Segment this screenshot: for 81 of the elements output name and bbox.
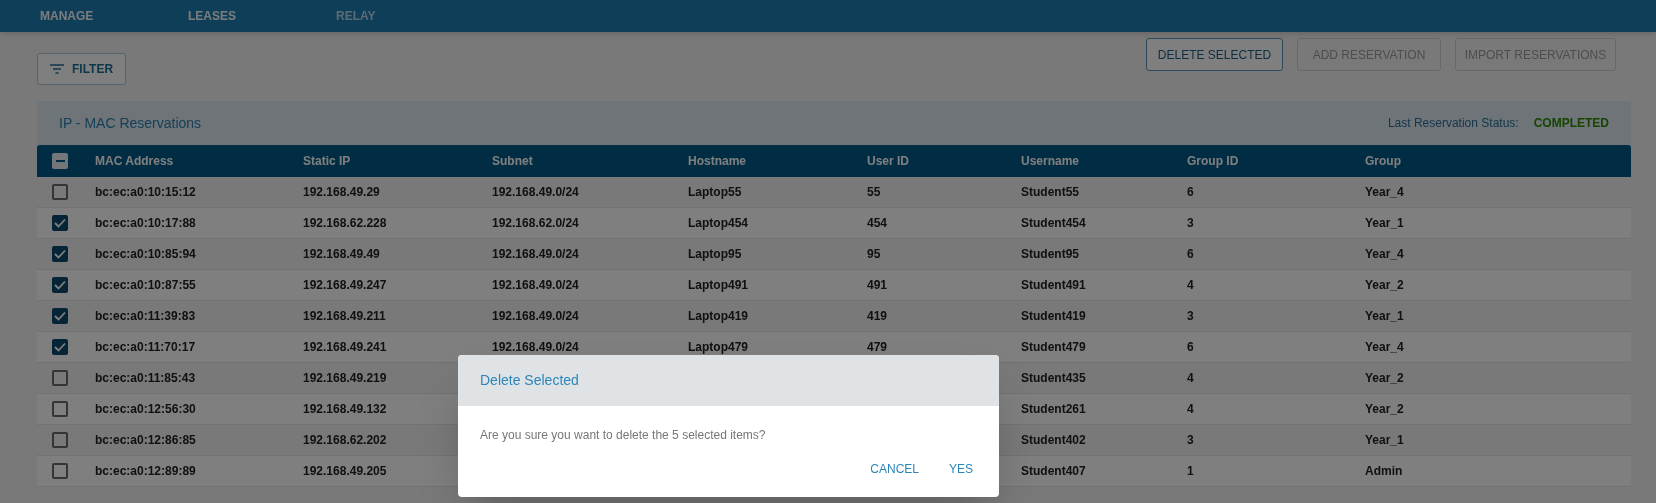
table-cell-text: bc:ec:a0:12:86:85	[95, 432, 196, 449]
table-cell-text: 3	[1187, 308, 1194, 325]
table-cell-text: 454	[867, 215, 888, 232]
table-cell-text: bc:ec:a0:11:70:17	[95, 339, 196, 356]
table-cell-text: Laptop479	[688, 339, 748, 356]
table-cell-text: Year_1	[1365, 308, 1404, 325]
table-cell-text: Student95	[1021, 246, 1079, 263]
table-cell-text: Student491	[1021, 277, 1086, 294]
table-cell-text: 192.168.49.205	[303, 463, 387, 480]
table-cell-text: Year_1	[1365, 432, 1404, 449]
table-cell-text: Laptop55	[688, 184, 742, 201]
table-cell-text: 192.168.49.0/24	[492, 246, 579, 263]
table-cell-text: 491	[867, 277, 888, 294]
table-cell-text: bc:ec:a0:10:85:94	[95, 246, 196, 263]
table-cell-text: Student261	[1021, 401, 1086, 418]
table-cell-text: Year_4	[1365, 246, 1404, 263]
table-cell-text: Student454	[1021, 215, 1086, 232]
table-cell-text: 6	[1187, 339, 1194, 356]
table-cell-text: 4	[1187, 401, 1194, 418]
table-cell-text: Student55	[1021, 184, 1079, 201]
column-header: Static IP	[303, 153, 352, 170]
table-cell-text: Student407	[1021, 463, 1086, 480]
table-cell-text: 192.168.49.0/24	[492, 184, 579, 201]
table-cell-text: bc:ec:a0:10:87:55	[95, 277, 196, 294]
table-cell-text: Laptop491	[688, 277, 748, 294]
table-cell-text: bc:ec:a0:11:39:83	[95, 308, 196, 325]
table-cell-text: Laptop419	[688, 308, 748, 325]
table-cell-text: 192.168.49.0/24	[492, 339, 579, 356]
table-cell-text: 3	[1187, 215, 1194, 232]
table-cell-text: Laptop95	[688, 246, 742, 263]
table-cell-text: 192.168.49.0/24	[492, 277, 579, 294]
table-cell-text: 4	[1187, 277, 1194, 294]
column-header: Group ID	[1187, 153, 1240, 170]
table-cell-text: 192.168.49.219	[303, 370, 387, 387]
table-cell-text: Year_2	[1365, 277, 1404, 294]
status-label: Last Reservation Status:	[1387, 115, 1519, 132]
table-cell-text: Admin	[1365, 463, 1403, 480]
table-cell-text: 479	[867, 339, 888, 356]
table-cell-text: 192.168.62.228	[303, 215, 387, 232]
table-cell-text: 192.168.49.132	[303, 401, 387, 418]
table-cell-text: 6	[1187, 184, 1194, 201]
table-cell-text: Year_1	[1365, 215, 1404, 232]
table-cell-text: 192.168.49.0/24	[492, 308, 579, 325]
table-cell-text: 95	[867, 246, 881, 263]
column-header: User ID	[867, 153, 911, 170]
table-cell-text: bc:ec:a0:10:17:88	[95, 215, 196, 232]
table-cell-text: 55	[867, 184, 881, 201]
dialog-title: Delete Selected	[480, 371, 579, 390]
table-cell-text: 192.168.49.241	[303, 339, 387, 356]
table-cell-text: Year_2	[1365, 370, 1404, 387]
table-cell-text: 4	[1187, 370, 1194, 387]
table-cell-text: 6	[1187, 246, 1194, 263]
table-cell-text: Year_2	[1365, 401, 1404, 418]
column-header: Group	[1365, 153, 1402, 170]
table-cell-text: bc:ec:a0:11:85:43	[95, 370, 196, 387]
table-cell-text: Student419	[1021, 308, 1086, 325]
table-cell-text: Student479	[1021, 339, 1086, 356]
table-cell-text: 192.168.62.0/24	[492, 215, 579, 232]
table-cell-text: bc:ec:a0:10:15:12	[95, 184, 196, 201]
table-cell-text: bc:ec:a0:12:56:30	[95, 401, 196, 418]
table-cell-text: bc:ec:a0:12:89:89	[95, 463, 196, 480]
table-cell-text: 192.168.49.49	[303, 246, 380, 263]
table-cell-text: 419	[867, 308, 888, 325]
table-cell-text: 192.168.49.29	[303, 184, 380, 201]
table-cell-text: Laptop454	[688, 215, 748, 232]
column-header: MAC Address	[95, 153, 175, 170]
column-header: Hostname	[688, 153, 747, 170]
table-cell-text: Student435	[1021, 370, 1086, 387]
table-cell-text: Year_4	[1365, 339, 1404, 356]
table-cell-text: Year_4	[1365, 184, 1404, 201]
table-cell-text: 192.168.62.202	[303, 432, 387, 449]
status-value: COMPLETED	[1533, 115, 1609, 132]
dialog-message: Are you sure you want to delete the 5 selected items?	[479, 427, 767, 444]
panel-title: IP - MAC Reservations	[59, 113, 202, 133]
column-header: Subnet	[492, 153, 534, 170]
table-cell-text: 1	[1187, 463, 1194, 480]
table-cell-text: 3	[1187, 432, 1194, 449]
table-cell-text: 192.168.49.211	[303, 308, 386, 325]
column-header: Username	[1021, 153, 1081, 170]
table-cell-text: Student402	[1021, 432, 1086, 449]
table-cell-text: 192.168.49.247	[303, 277, 387, 294]
